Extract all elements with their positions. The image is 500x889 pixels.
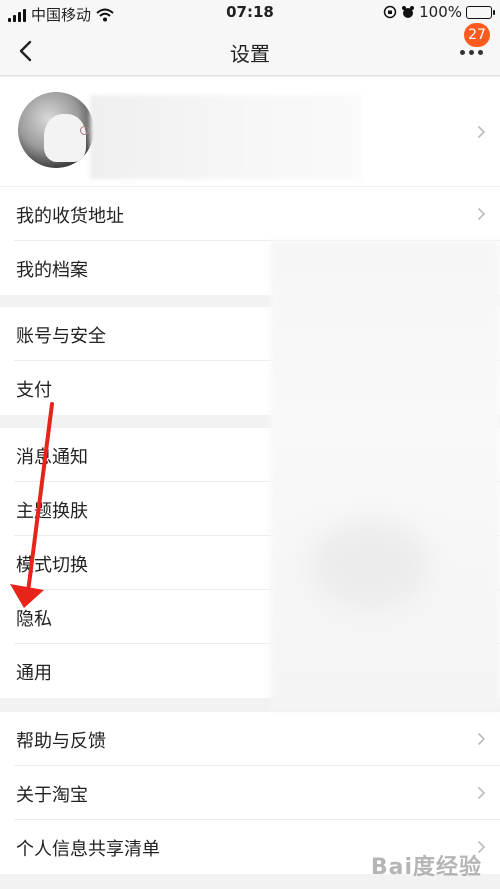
orientation-lock-icon (383, 5, 397, 19)
notification-badge: 27 (464, 23, 490, 47)
chevron-right-icon (477, 125, 486, 139)
row-label: 消息通知 (16, 447, 88, 468)
row-label: 通用 (16, 663, 52, 684)
row-label: 主题换肤 (16, 501, 88, 522)
status-bar: 中国移动 07:18 100% (0, 0, 500, 26)
chevron-right-icon (477, 207, 486, 221)
battery-icon (466, 5, 495, 19)
status-right: 100% (383, 3, 495, 21)
page-title: 设置 (230, 42, 270, 66)
chevron-right-icon (477, 732, 486, 746)
settings-row-about-taobao[interactable]: 关于淘宝 (14, 766, 500, 820)
row-label: 模式切换 (16, 555, 88, 576)
row-label: 账号与安全 (16, 326, 106, 347)
row-label: 关于淘宝 (16, 785, 88, 806)
row-label: 支付 (16, 380, 52, 401)
alarm-icon (402, 6, 415, 18)
settings-row-shipping-address[interactable]: 我的收货地址 (14, 187, 500, 241)
blurred-region (270, 240, 500, 710)
nav-bar: 设置 27 (0, 23, 500, 76)
settings-row-help-feedback[interactable]: 帮助与反馈 (14, 712, 500, 766)
row-label: 个人信息共享清单 (16, 839, 160, 860)
watermark: Bai度经验 (370, 855, 482, 880)
battery-percent: 100% (419, 3, 462, 21)
row-label: 我的档案 (16, 260, 88, 281)
row-label: 我的收货地址 (16, 206, 124, 227)
profile-card[interactable] (0, 77, 500, 186)
row-label: 帮助与反馈 (16, 731, 106, 752)
row-label: 隐私 (16, 609, 52, 630)
chevron-right-icon (477, 786, 486, 800)
blurred-username (90, 95, 362, 179)
avatar (18, 92, 94, 168)
